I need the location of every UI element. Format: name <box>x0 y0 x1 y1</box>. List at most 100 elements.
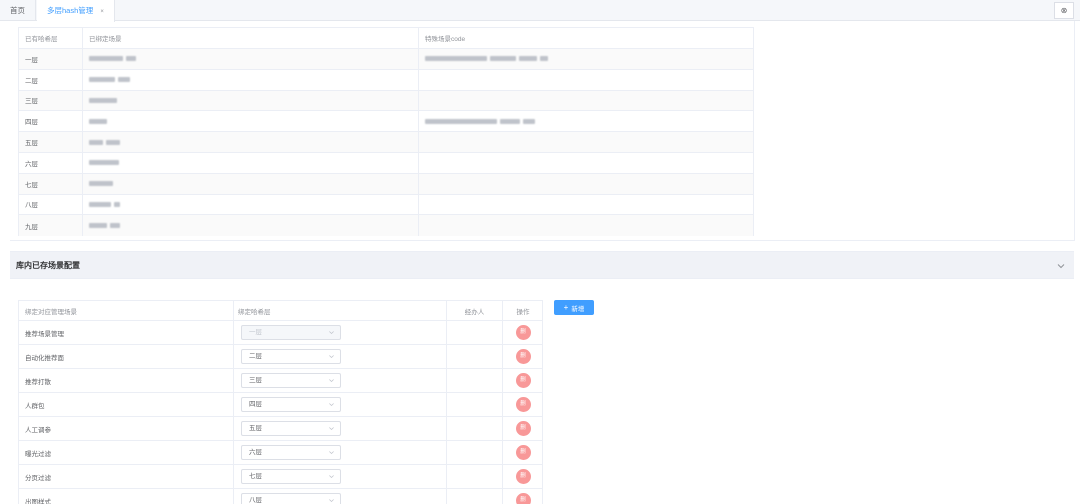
tab-hash-management[interactable]: 多层hash管理 × <box>37 0 115 22</box>
scene-name-cell: 出图样式 <box>19 489 234 504</box>
add-button[interactable]: + 新增 <box>554 300 594 315</box>
table-header: 已有哈希层 已绑定场景 特殊场景code <box>19 28 753 49</box>
layer-select-cell: 三层 <box>234 369 447 392</box>
special-code-cell <box>419 111 753 131</box>
table-row: 推荐场景管理 一层 删 <box>19 321 542 345</box>
chevron-down-icon <box>329 331 334 335</box>
delete-button[interactable]: 删 <box>515 325 531 340</box>
chevron-down-icon <box>329 427 334 431</box>
action-cell: 删 <box>503 489 542 504</box>
layer-select[interactable]: 七层 <box>241 469 341 484</box>
table-row: 人群包 四层 删 <box>19 393 542 417</box>
table-row: 六层 <box>19 152 753 174</box>
redacted-text <box>118 77 130 83</box>
scene-config-collapse-header[interactable]: 库内已存场景配置 <box>10 251 1074 279</box>
delete-button[interactable]: 删 <box>515 445 531 460</box>
delete-button[interactable]: 删 <box>515 397 531 412</box>
scene-name-cell: 曝光过滤 <box>19 441 234 464</box>
layer-select-value: 六层 <box>249 449 262 456</box>
special-code-cell <box>419 174 753 194</box>
bound-scene-cell <box>83 111 419 132</box>
table-header: 绑定对应管理场景 绑定哈希层 经办人 操作 <box>19 301 542 321</box>
redacted-text <box>89 160 119 166</box>
bound-scene-cell <box>83 49 419 69</box>
operator-cell <box>447 345 503 368</box>
layer-select[interactable]: 五层 <box>241 421 341 436</box>
chevron-down-icon[interactable] <box>1056 261 1066 271</box>
tab-hash-management-label: 多层hash管理 <box>47 6 94 15</box>
header-special-code: 特殊场景code <box>425 36 466 43</box>
table-row: 八层 <box>19 194 753 216</box>
header-bound-layer: 绑定哈希层 <box>234 301 447 320</box>
redacted-text <box>89 223 107 229</box>
chevron-down-icon <box>329 451 334 455</box>
layer-select-cell: 六层 <box>234 441 447 464</box>
table-row: 四层 <box>19 111 753 133</box>
layer-select[interactable]: 三层 <box>241 373 341 388</box>
table-row: 出图样式八层 删 <box>19 489 542 504</box>
chevron-down-icon <box>329 355 334 359</box>
special-code-cell <box>419 91 753 111</box>
delete-button[interactable]: 删 <box>515 493 531 504</box>
redacted-text <box>519 56 537 62</box>
action-cell: 删 <box>503 369 542 392</box>
plus-icon: + <box>563 302 569 312</box>
header-operator: 经办人 <box>447 301 503 320</box>
layer-select-cell: 七层 <box>234 465 447 488</box>
layer-select[interactable]: 二层 <box>241 349 341 364</box>
bound-scene-cell <box>83 173 419 194</box>
action-cell: 删 <box>503 465 542 488</box>
header-bound-scene: 绑定对应管理场景 <box>19 301 234 320</box>
tab-home[interactable]: 首页 <box>0 0 36 21</box>
redacted-text <box>89 56 123 62</box>
layer-select[interactable]: 八层 <box>241 493 341 504</box>
action-cell: 删 <box>503 345 542 368</box>
section-divider <box>10 240 1074 241</box>
layer-cell: 二层 <box>19 69 83 90</box>
layer-cell: 六层 <box>19 152 83 173</box>
delete-button[interactable]: 删 <box>515 469 531 484</box>
special-code-cell <box>419 70 753 90</box>
redacted-text <box>114 201 120 207</box>
table-row: 自动化推荐面 二层 删 <box>19 345 542 369</box>
header-bound-scene: 已绑定场景 <box>83 28 419 48</box>
operator-cell <box>447 393 503 416</box>
scene-name-cell: 自动化推荐面 <box>19 345 234 368</box>
delete-button[interactable]: 删 <box>515 373 531 388</box>
chevron-down-icon <box>329 403 334 407</box>
layer-cell: 一层 <box>19 49 83 69</box>
layer-select[interactable]: 四层 <box>241 397 341 412</box>
action-cell: 删 <box>503 441 542 464</box>
redacted-text <box>89 201 111 207</box>
redacted-text <box>110 223 120 229</box>
table-row: 七层 <box>19 173 753 195</box>
special-code-cell <box>419 132 753 152</box>
layer-select[interactable]: 六层 <box>241 445 341 460</box>
section-title: 库内已存场景配置 <box>16 261 80 270</box>
layer-cell: 四层 <box>19 111 83 132</box>
layer-cell: 七层 <box>19 173 83 194</box>
layer-select-value: 三层 <box>249 377 262 384</box>
tab-bar: 首页 多层hash管理 × ⊗ <box>0 0 1080 22</box>
scene-name-cell: 推荐打散 <box>19 369 234 392</box>
delete-button[interactable]: 删 <box>515 349 531 364</box>
redacted-text <box>523 118 535 124</box>
bound-scene-cell <box>83 215 419 237</box>
tab-close-icon[interactable]: × <box>100 9 104 15</box>
scene-config-table: 绑定对应管理场景 绑定哈希层 经办人 操作 推荐场景管理 一层删自动化推荐面 二层删… <box>18 300 543 504</box>
redacted-text <box>425 56 487 62</box>
redacted-text <box>425 118 497 124</box>
operator-cell <box>447 465 503 488</box>
table-row: 曝光过滤 六层 删 <box>19 441 542 465</box>
delete-button[interactable]: 删 <box>515 421 531 436</box>
redacted-text <box>490 56 516 62</box>
layer-select-value: 八层 <box>249 497 262 504</box>
table-row: 三层 <box>19 90 753 112</box>
close-all-tabs-icon[interactable]: ⊗ <box>1054 2 1074 19</box>
layer-select-value: 七层 <box>249 473 262 480</box>
layer-cell: 九层 <box>19 215 83 237</box>
add-button-label: 新增 <box>571 305 585 313</box>
redacted-text <box>106 139 120 145</box>
bound-scene-cell <box>83 194 419 215</box>
layer-cell: 八层 <box>19 194 83 215</box>
